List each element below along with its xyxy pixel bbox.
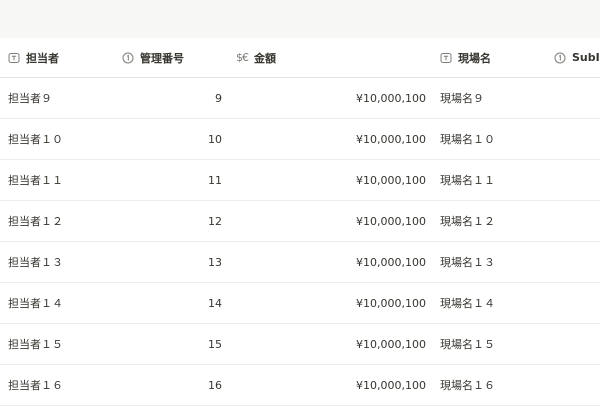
amount-cell[interactable]: ¥10,000,100 [300,324,426,364]
person-cell[interactable]: 担当者１３ [8,242,63,282]
amount-cell[interactable]: ¥10,000,100 [300,78,426,118]
person-cell[interactable]: 担当者９ [8,78,52,118]
site-cell[interactable]: 現場名９ [440,78,484,118]
column-header-number[interactable]: 管理番号 [122,38,184,77]
text-property-icon [8,52,20,64]
column-header-label: 現場名 [458,51,491,65]
person-cell[interactable]: 担当者１６ [8,365,63,405]
person-cell[interactable]: 担当者１４ [8,283,63,323]
number-cell[interactable]: 13 [180,242,222,282]
number-property-icon [122,52,134,64]
person-cell[interactable]: 担当者１０ [8,119,63,159]
site-cell[interactable]: 現場名１２ [440,201,495,241]
table-row[interactable]: 担当者１４ 14 ¥10,000,100 現場名１４ [0,283,600,324]
site-cell[interactable]: 現場名１０ [440,119,495,159]
column-header-site[interactable]: 現場名 [440,38,491,77]
number-cell[interactable]: 12 [180,201,222,241]
amount-cell[interactable]: ¥10,000,100 [300,242,426,282]
top-bar [0,0,600,38]
site-cell[interactable]: 現場名１５ [440,324,495,364]
table-row[interactable]: 担当者１５ 15 ¥10,000,100 現場名１５ [0,324,600,365]
column-header-person[interactable]: 担当者 [8,38,59,77]
amount-cell[interactable]: ¥10,000,100 [300,283,426,323]
number-property-icon [554,52,566,64]
table-header: 担当者 管理番号 $€ 金額 現場名 SubI [0,38,600,78]
person-cell[interactable]: 担当者１２ [8,201,63,241]
site-cell[interactable]: 現場名１６ [440,365,495,405]
table-row[interactable]: 担当者１２ 12 ¥10,000,100 現場名１２ [0,201,600,242]
table-row[interactable]: 担当者１０ 10 ¥10,000,100 現場名１０ [0,119,600,160]
number-cell[interactable]: 16 [180,365,222,405]
column-header-subid[interactable]: SubID [554,38,600,77]
number-cell[interactable]: 15 [180,324,222,364]
table-row[interactable]: 担当者１３ 13 ¥10,000,100 現場名１３ [0,242,600,283]
person-cell[interactable]: 担当者１１ [8,160,63,200]
column-header-amount[interactable]: $€ 金額 [236,38,276,77]
amount-cell[interactable]: ¥10,000,100 [300,365,426,405]
table-row[interactable]: 担当者１１ 11 ¥10,000,100 現場名１１ [0,160,600,201]
currency-property-icon: $€ [236,51,249,64]
number-cell[interactable]: 14 [180,283,222,323]
text-property-icon [440,52,452,64]
column-header-label: 管理番号 [140,51,184,65]
number-cell[interactable]: 9 [180,78,222,118]
column-header-label: 担当者 [26,51,59,65]
amount-cell[interactable]: ¥10,000,100 [300,160,426,200]
column-header-label: SubID [572,51,600,64]
table-row[interactable]: 担当者９ 9 ¥10,000,100 現場名９ [0,78,600,119]
site-cell[interactable]: 現場名１３ [440,242,495,282]
number-cell[interactable]: 11 [180,160,222,200]
amount-cell[interactable]: ¥10,000,100 [300,201,426,241]
site-cell[interactable]: 現場名１１ [440,160,495,200]
amount-cell[interactable]: ¥10,000,100 [300,119,426,159]
database-table: 担当者 管理番号 $€ 金額 現場名 SubI 担当者９ 9 ¥10,000,1… [0,38,600,406]
column-header-label: 金額 [254,51,276,65]
person-cell[interactable]: 担当者１５ [8,324,63,364]
number-cell[interactable]: 10 [180,119,222,159]
site-cell[interactable]: 現場名１４ [440,283,495,323]
